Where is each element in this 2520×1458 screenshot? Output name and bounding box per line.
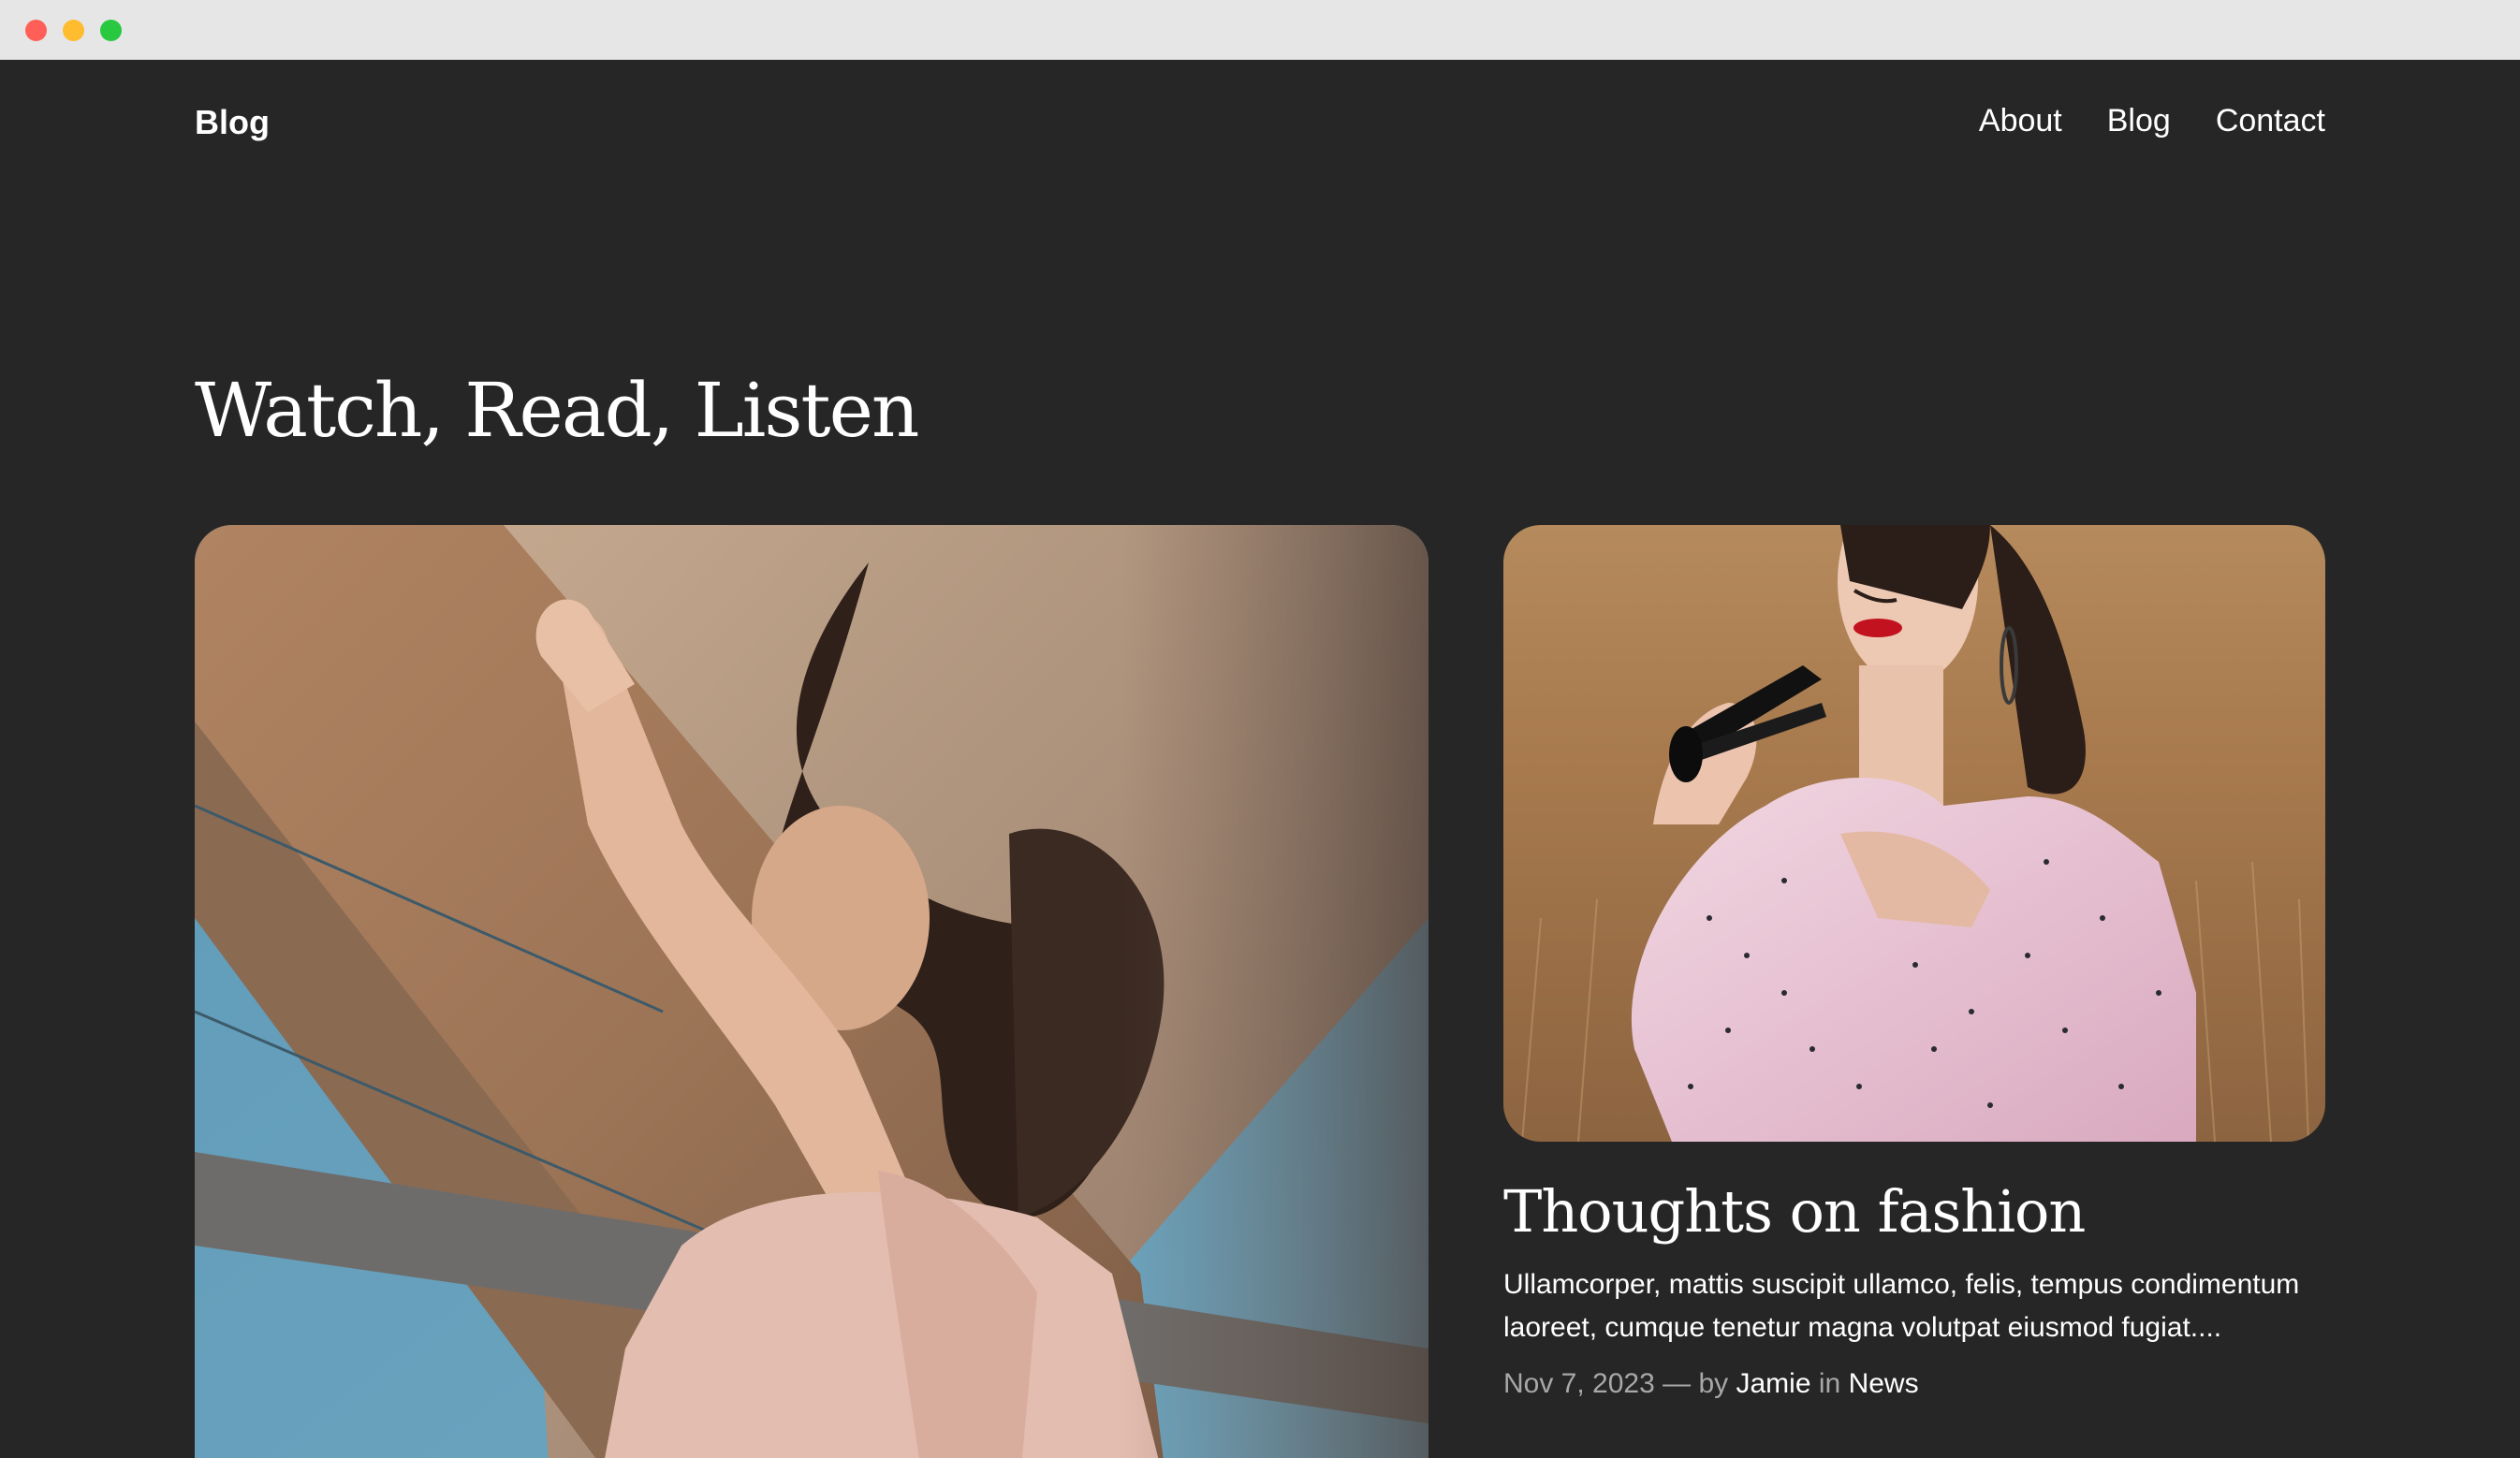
post-meta: Nov 7, 2023 — by Jamie in News [1503, 1368, 1919, 1400]
post-image-thoughts-on-fashion[interactable] [1503, 525, 2325, 1142]
featured-post-image[interactable] [195, 525, 1428, 1458]
post-author-link[interactable]: Jamie [1736, 1368, 1811, 1399]
woman-under-bridge-photo [195, 525, 1428, 1458]
in-label: in [1818, 1368, 1841, 1399]
zoom-window-button[interactable] [100, 20, 122, 41]
close-window-button[interactable] [25, 20, 47, 41]
woman-in-wheat-field-photo [1503, 525, 2325, 1142]
nav-link-about[interactable]: About [1979, 103, 2062, 139]
post-excerpt: Ullamcorper, mattis suscipit ullamco, fe… [1503, 1269, 2300, 1343]
post-title[interactable]: Thoughts on fashion [1503, 1177, 2086, 1246]
nav-link-blog[interactable]: Blog [2107, 103, 2171, 139]
post-category-link[interactable]: News [1849, 1368, 1919, 1399]
blog-page: Blog About Blog Contact Watch, Read, Lis… [0, 60, 2520, 1458]
by-label: by [1698, 1368, 1729, 1399]
window-titlebar [0, 0, 2520, 60]
main-nav: About Blog Contact [1979, 103, 2325, 139]
page-heading: Watch, Read, Listen [195, 367, 919, 454]
meta-separator: — [1663, 1368, 1692, 1399]
site-title-link[interactable]: Blog [195, 103, 270, 142]
minimize-window-button[interactable] [63, 20, 84, 41]
post-date[interactable]: Nov 7, 2023 [1503, 1368, 1655, 1399]
nav-link-contact[interactable]: Contact [2216, 103, 2325, 139]
